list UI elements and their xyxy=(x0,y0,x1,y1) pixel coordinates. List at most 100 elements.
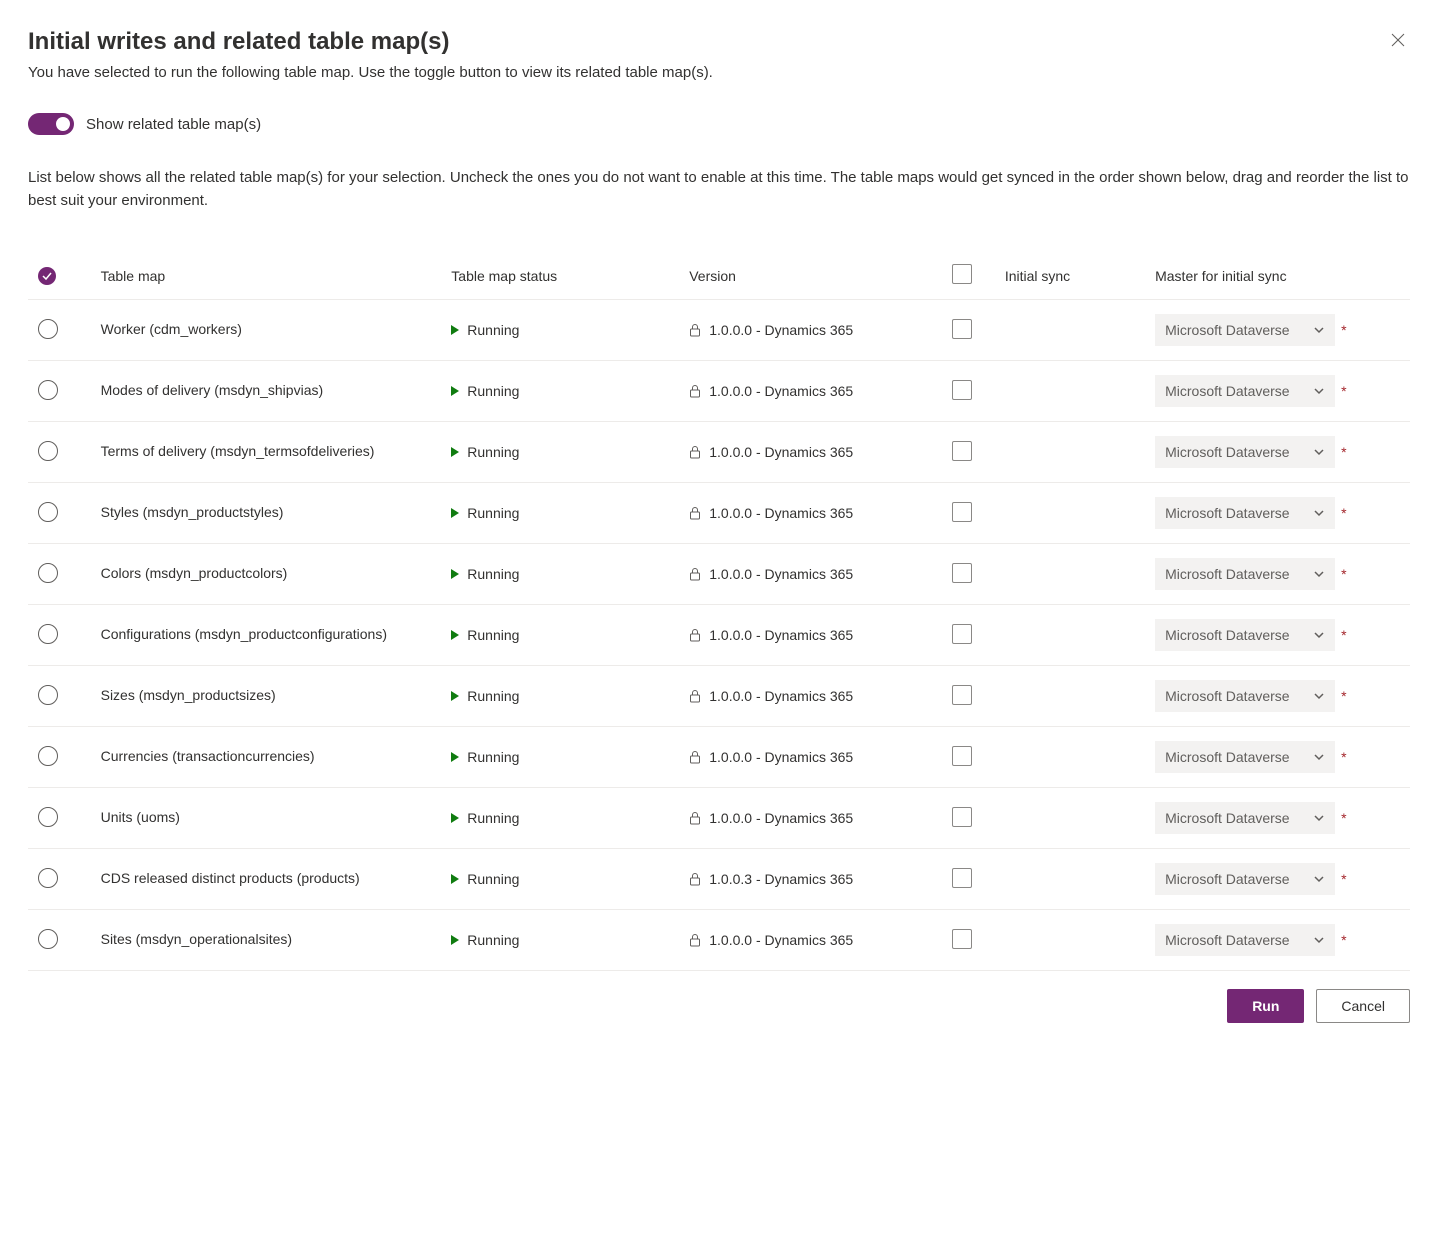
running-icon xyxy=(451,752,459,762)
status-text: Running xyxy=(467,383,519,399)
tablemap-name: CDS released distinct products (products… xyxy=(101,869,432,889)
initial-sync-header-checkbox[interactable] xyxy=(952,264,972,284)
required-indicator: * xyxy=(1341,871,1346,887)
master-select[interactable]: Microsoft Dataverse xyxy=(1155,314,1335,346)
chevron-down-icon xyxy=(1313,873,1325,885)
running-icon xyxy=(451,386,459,396)
initial-sync-checkbox[interactable] xyxy=(952,563,972,583)
row-radio[interactable] xyxy=(38,319,58,339)
row-radio[interactable] xyxy=(38,502,58,522)
show-related-toggle[interactable] xyxy=(28,113,74,135)
chevron-down-icon xyxy=(1313,324,1325,336)
status-text: Running xyxy=(467,627,519,643)
master-select[interactable]: Microsoft Dataverse xyxy=(1155,741,1335,773)
column-header-master[interactable]: Master for initial sync xyxy=(1145,252,1410,300)
running-icon xyxy=(451,447,459,457)
required-indicator: * xyxy=(1341,749,1346,765)
master-select[interactable]: Microsoft Dataverse xyxy=(1155,497,1335,529)
table-row: Styles (msdyn_productstyles) Running 1.0… xyxy=(28,483,1410,544)
running-icon xyxy=(451,874,459,884)
column-header-version[interactable]: Version xyxy=(679,252,942,300)
chevron-down-icon xyxy=(1313,751,1325,763)
status-text: Running xyxy=(467,322,519,338)
lock-icon xyxy=(689,445,701,459)
required-indicator: * xyxy=(1341,627,1346,643)
version-text: 1.0.0.0 - Dynamics 365 xyxy=(709,444,853,460)
master-select[interactable]: Microsoft Dataverse xyxy=(1155,802,1335,834)
running-icon xyxy=(451,325,459,335)
tablemap-name: Configurations (msdyn_productconfigurati… xyxy=(101,625,432,645)
version-text: 1.0.0.0 - Dynamics 365 xyxy=(709,322,853,338)
column-header-initialsync[interactable]: Initial sync xyxy=(995,252,1145,300)
running-icon xyxy=(451,569,459,579)
initial-sync-checkbox[interactable] xyxy=(952,685,972,705)
required-indicator: * xyxy=(1341,505,1346,521)
running-icon xyxy=(451,935,459,945)
column-header-tablemap[interactable]: Table map xyxy=(91,252,442,300)
table-maps-table: Table map Table map status Version Initi… xyxy=(28,252,1410,971)
version-text: 1.0.0.0 - Dynamics 365 xyxy=(709,688,853,704)
page-title: Initial writes and related table map(s) xyxy=(28,28,713,56)
lock-icon xyxy=(689,872,701,886)
master-select[interactable]: Microsoft Dataverse xyxy=(1155,863,1335,895)
initial-sync-checkbox[interactable] xyxy=(952,502,972,522)
row-radio[interactable] xyxy=(38,807,58,827)
master-select[interactable]: Microsoft Dataverse xyxy=(1155,375,1335,407)
status-text: Running xyxy=(467,505,519,521)
lock-icon xyxy=(689,933,701,947)
master-select-value: Microsoft Dataverse xyxy=(1165,383,1289,399)
version-text: 1.0.0.0 - Dynamics 365 xyxy=(709,627,853,643)
page-subtitle: You have selected to run the following t… xyxy=(28,64,713,81)
initial-sync-checkbox[interactable] xyxy=(952,319,972,339)
status-text: Running xyxy=(467,688,519,704)
version-text: 1.0.0.0 - Dynamics 365 xyxy=(709,810,853,826)
run-button[interactable]: Run xyxy=(1227,989,1304,1023)
chevron-down-icon xyxy=(1313,690,1325,702)
required-indicator: * xyxy=(1341,444,1346,460)
initial-sync-checkbox[interactable] xyxy=(952,929,972,949)
close-button[interactable] xyxy=(1386,28,1410,57)
column-header-status[interactable]: Table map status xyxy=(441,252,679,300)
master-select-value: Microsoft Dataverse xyxy=(1165,322,1289,338)
initial-sync-checkbox[interactable] xyxy=(952,746,972,766)
master-select-value: Microsoft Dataverse xyxy=(1165,871,1289,887)
master-select-value: Microsoft Dataverse xyxy=(1165,566,1289,582)
tablemap-name: Worker (cdm_workers) xyxy=(101,320,432,340)
initial-sync-checkbox[interactable] xyxy=(952,441,972,461)
row-radio[interactable] xyxy=(38,563,58,583)
description: List below shows all the related table m… xyxy=(28,167,1410,212)
row-radio[interactable] xyxy=(38,624,58,644)
initial-sync-checkbox[interactable] xyxy=(952,807,972,827)
table-row: Currencies (transactioncurrencies) Runni… xyxy=(28,727,1410,788)
master-select[interactable]: Microsoft Dataverse xyxy=(1155,558,1335,590)
master-select[interactable]: Microsoft Dataverse xyxy=(1155,680,1335,712)
master-select[interactable]: Microsoft Dataverse xyxy=(1155,619,1335,651)
row-radio[interactable] xyxy=(38,441,58,461)
row-radio[interactable] xyxy=(38,380,58,400)
lock-icon xyxy=(689,567,701,581)
initial-sync-checkbox[interactable] xyxy=(952,868,972,888)
required-indicator: * xyxy=(1341,688,1346,704)
row-radio[interactable] xyxy=(38,746,58,766)
initial-sync-checkbox[interactable] xyxy=(952,380,972,400)
cancel-button[interactable]: Cancel xyxy=(1316,989,1410,1023)
chevron-down-icon xyxy=(1313,934,1325,946)
tablemap-name: Colors (msdyn_productcolors) xyxy=(101,564,432,584)
initial-sync-checkbox[interactable] xyxy=(952,624,972,644)
status-text: Running xyxy=(467,444,519,460)
master-select[interactable]: Microsoft Dataverse xyxy=(1155,436,1335,468)
lock-icon xyxy=(689,323,701,337)
lock-icon xyxy=(689,689,701,703)
row-radio[interactable] xyxy=(38,868,58,888)
required-indicator: * xyxy=(1341,383,1346,399)
version-text: 1.0.0.0 - Dynamics 365 xyxy=(709,505,853,521)
master-select[interactable]: Microsoft Dataverse xyxy=(1155,924,1335,956)
select-all-checkmark-icon[interactable] xyxy=(38,267,56,285)
lock-icon xyxy=(689,384,701,398)
status-text: Running xyxy=(467,566,519,582)
row-radio[interactable] xyxy=(38,685,58,705)
version-text: 1.0.0.3 - Dynamics 365 xyxy=(709,871,853,887)
row-radio[interactable] xyxy=(38,929,58,949)
required-indicator: * xyxy=(1341,566,1346,582)
required-indicator: * xyxy=(1341,322,1346,338)
